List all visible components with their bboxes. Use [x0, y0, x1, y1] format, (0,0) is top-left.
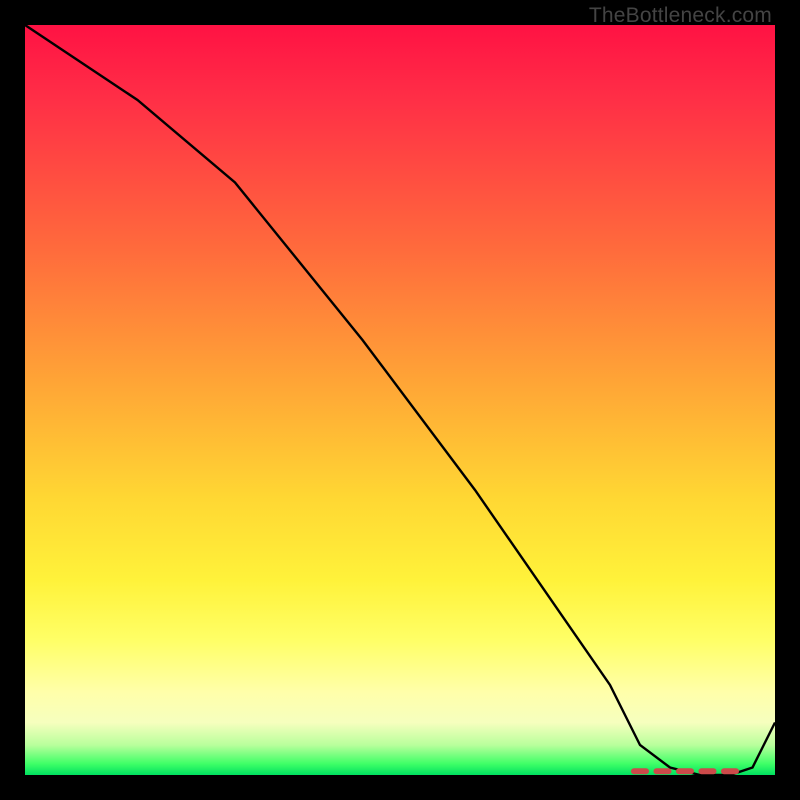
- sweet-spot-marker: [676, 768, 694, 774]
- sweet-spot-marker: [631, 768, 649, 774]
- sweet-spot-markers: [631, 768, 739, 774]
- bottleneck-curve: [25, 25, 775, 775]
- chart-stage: TheBottleneck.com: [0, 0, 800, 800]
- sweet-spot-marker: [654, 768, 672, 774]
- sweet-spot-marker: [721, 768, 739, 774]
- sweet-spot-marker: [699, 768, 717, 774]
- chart-overlay: [25, 25, 775, 775]
